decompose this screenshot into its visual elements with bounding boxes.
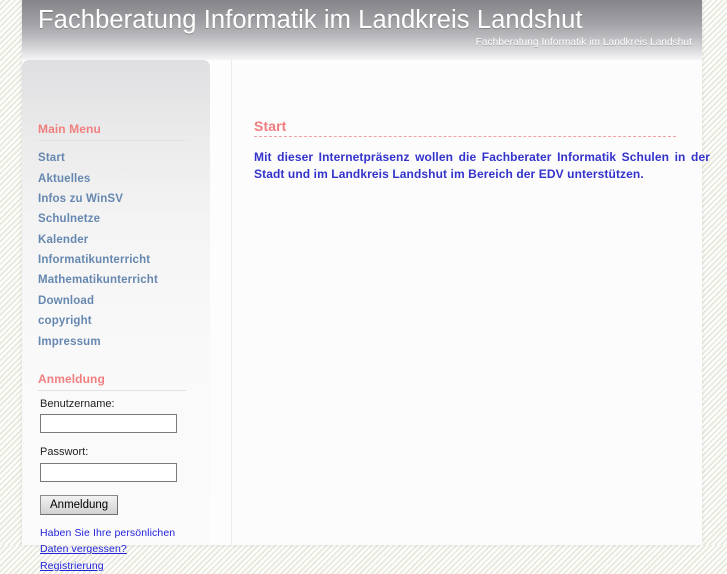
sidebar-item-download[interactable]: Download: [38, 291, 210, 311]
main-menu-divider: [38, 140, 186, 141]
page-container: Fachberatung Informatik im Landkreis Lan…: [22, 0, 710, 572]
page-title: Start: [254, 118, 287, 134]
sidebar-item-copyright[interactable]: copyright: [38, 311, 210, 331]
password-label: Passwort:: [40, 446, 89, 459]
login-helper-links: Haben Sie Ihre persönlichen Daten verges…: [40, 525, 210, 574]
site-title: Fachberatung Informatik im Landkreis Lan…: [38, 6, 583, 34]
login-divider: [38, 389, 186, 391]
list-item: copyright: [38, 311, 210, 331]
forgot-credentials-prefix: Haben Sie Ihre persönlichen: [40, 526, 176, 539]
sidebar-item-kalender[interactable]: Kalender: [38, 230, 210, 250]
login-module: Anmeldung Benutzername: Passwort: Anmeld…: [38, 372, 210, 574]
intro-paragraph: Mit dieser Internetpräsenz wollen die Fa…: [254, 150, 710, 181]
username-input[interactable]: [40, 414, 177, 434]
main-menu-list: Start Aktuelles Infos zu WinSV Schulnetz…: [38, 148, 210, 352]
list-item: Impressum: [38, 331, 210, 351]
list-item: Kalender: [38, 230, 210, 250]
site-subtitle: Fachberatung Informatik im Landkreis Lan…: [475, 37, 692, 48]
sidebar-item-schulnetze[interactable]: Schulnetze: [38, 209, 210, 229]
main-menu-module: Main Menu Start Aktuelles Infos zu WinSV…: [38, 122, 210, 352]
sidebar-item-informatikunterricht[interactable]: Informatikunterricht: [38, 250, 210, 270]
list-item: Infos zu WinSV: [38, 189, 210, 209]
sidebar-item-start[interactable]: Start: [38, 148, 210, 168]
forgot-credentials-link[interactable]: Haben Sie Ihre persönlichen Daten verges…: [40, 525, 196, 558]
list-item: Download: [38, 291, 210, 311]
list-item: Schulnetze: [38, 209, 210, 229]
sidebar-item-mathematikunterricht[interactable]: Mathematikunterricht: [38, 270, 210, 290]
title-divider: [254, 136, 676, 137]
registration-link[interactable]: Registrierung: [40, 558, 192, 574]
username-label: Benutzername:: [40, 397, 115, 410]
login-submit-button[interactable]: Anmeldung: [40, 494, 119, 515]
forgot-credentials-label: Daten vergessen?: [40, 543, 127, 556]
sidebar-item-infos-zu-winsv[interactable]: Infos zu WinSV: [38, 189, 210, 209]
main-content: Start Mit dieser Internetpräsenz wollen …: [232, 60, 710, 545]
list-item: Mathematikunterricht: [38, 270, 210, 290]
login-title: Anmeldung: [38, 371, 105, 386]
password-input[interactable]: [40, 462, 177, 482]
page-body: Main Menu Start Aktuelles Infos zu WinSV…: [22, 60, 710, 572]
list-item: Informatikunterricht: [38, 250, 210, 270]
main-menu-title: Main Menu: [38, 122, 101, 136]
sidebar-item-aktuelles[interactable]: Aktuelles: [38, 168, 210, 188]
list-item: Start: [38, 148, 210, 168]
list-item: Aktuelles: [38, 168, 210, 188]
sidebar: Main Menu Start Aktuelles Infos zu WinSV…: [22, 60, 210, 572]
sidebar-item-impressum[interactable]: Impressum: [38, 331, 210, 351]
site-header: Fachberatung Informatik im Landkreis Lan…: [22, 0, 702, 60]
